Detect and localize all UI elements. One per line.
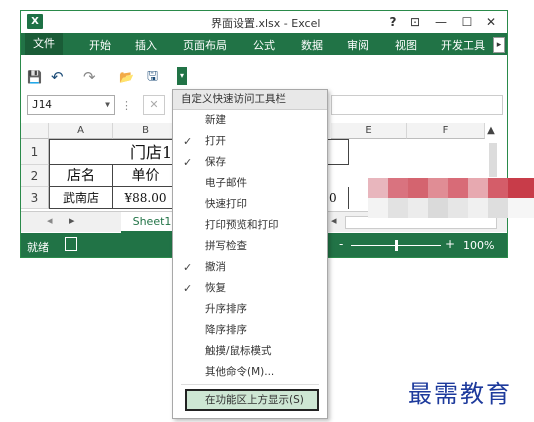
zoom-level[interactable]: 100%: [463, 239, 494, 252]
status-ready: 就绪: [27, 241, 49, 254]
menu-item-label: 升序排序: [205, 303, 247, 315]
vertical-scrollbar-thumb[interactable]: [489, 143, 497, 177]
zoom-slider[interactable]: [351, 240, 441, 251]
window-title: 界面设置.xlsx - Excel: [211, 17, 321, 30]
customize-qat-menu: 自定义快速访问工具栏 新建 ✓ 打开 ✓ 保存 电子邮件 快速打印 打印预览和打印 …: [172, 89, 328, 419]
zoom-out-button[interactable]: -: [339, 237, 343, 251]
tab-review[interactable]: 审阅: [347, 37, 369, 53]
name-box[interactable]: J14 ▼: [27, 95, 115, 115]
menu-item-label: 撤消: [205, 261, 226, 273]
undo-icon[interactable]: ↶: [51, 69, 64, 85]
hscroll-left-icon[interactable]: ◂: [331, 214, 337, 227]
ribbon-scroll-right-icon[interactable]: ▸: [493, 37, 505, 53]
menu-item-label: 保存: [205, 156, 226, 168]
menu-item-label: 其他命令(M)...: [205, 366, 275, 378]
tab-file[interactable]: 文件: [25, 33, 63, 55]
tab-insert[interactable]: 插入: [135, 37, 157, 53]
header-store-cell[interactable]: 店名: [49, 165, 113, 187]
menu-item-label: 打开: [205, 135, 226, 147]
menu-item-sort-descending[interactable]: 降序排序: [173, 320, 327, 341]
macro-record-icon[interactable]: [65, 237, 77, 251]
next-sheet-icon[interactable]: ▸: [69, 214, 75, 227]
quick-print-icon[interactable]: 🖫: [147, 69, 158, 85]
menu-item-redo[interactable]: ✓ 恢复: [173, 278, 327, 299]
menu-item-touch-mode[interactable]: 触摸/鼠标模式: [173, 341, 327, 362]
store-name-cell[interactable]: 武南店: [49, 187, 113, 209]
ribbon-display-options-button[interactable]: ⊡: [407, 14, 423, 30]
menu-header: 自定义快速访问工具栏: [173, 90, 327, 110]
checkmark-icon: ✓: [183, 282, 193, 295]
row-header-3[interactable]: 3: [21, 187, 49, 209]
menu-item-label: 恢复: [205, 282, 226, 294]
column-header-a[interactable]: A: [49, 123, 113, 139]
name-box-value: J14: [32, 98, 52, 111]
pixelated-redaction: [368, 178, 534, 218]
formula-input[interactable]: [331, 95, 503, 115]
ribbon-tab-bar: 文件 开始 插入 页面布局 公式 数据 审阅 视图 开发工具 ▸: [21, 33, 507, 55]
menu-item-save[interactable]: ✓ 保存: [173, 152, 327, 173]
minimize-button[interactable]: —: [433, 14, 449, 30]
menu-item-label: 触摸/鼠标模式: [205, 345, 272, 357]
tab-home[interactable]: 开始: [89, 37, 111, 53]
quick-access-toolbar: 💾 ↶ ↷ 📂 🖫 ▾: [21, 65, 507, 89]
checkmark-icon: ✓: [183, 156, 193, 169]
menu-item-spelling[interactable]: 拼写检查: [173, 236, 327, 257]
menu-item-more-commands[interactable]: 其他命令(M)...: [173, 362, 327, 383]
menu-item-sort-ascending[interactable]: 升序排序: [173, 299, 327, 320]
tab-developer[interactable]: 开发工具: [441, 37, 485, 53]
column-header-e[interactable]: E: [331, 123, 407, 139]
price-cell[interactable]: ¥88.00: [113, 187, 179, 209]
menu-item-label: 打印预览和打印: [205, 219, 279, 231]
tab-data[interactable]: 数据: [301, 37, 323, 53]
column-header-f[interactable]: F: [407, 123, 485, 139]
menu-divider: [181, 384, 319, 385]
help-button[interactable]: ?: [385, 14, 401, 30]
row-header-1[interactable]: 1: [21, 139, 49, 165]
menu-item-show-above-ribbon[interactable]: 在功能区上方显示(S): [185, 389, 319, 411]
formula-bar-separator: ⋮: [121, 99, 132, 112]
menu-item-label: 降序排序: [205, 324, 247, 336]
select-all-corner[interactable]: [21, 123, 49, 139]
column-header-b[interactable]: B: [113, 123, 179, 139]
close-button[interactable]: ✕: [483, 14, 499, 30]
redo-icon[interactable]: ↷: [83, 69, 96, 85]
menu-item-quick-print[interactable]: 快速打印: [173, 194, 327, 215]
tab-page-layout[interactable]: 页面布局: [183, 37, 227, 53]
excel-logo-icon: X: [27, 14, 43, 29]
menu-item-label: 快速打印: [205, 198, 247, 210]
prev-sheet-icon[interactable]: ◂: [47, 214, 53, 227]
menu-item-label: 电子邮件: [205, 177, 247, 189]
tab-formulas[interactable]: 公式: [253, 37, 275, 53]
zoom-in-button[interactable]: +: [445, 237, 455, 251]
customize-qat-dropdown-icon[interactable]: ▾: [177, 67, 187, 85]
menu-item-email[interactable]: 电子邮件: [173, 173, 327, 194]
menu-item-open[interactable]: ✓ 打开: [173, 131, 327, 152]
partial-value-cell[interactable]: 0: [329, 187, 349, 209]
scroll-up-icon[interactable]: ▲: [485, 123, 497, 139]
header-price-cell[interactable]: 单价: [113, 165, 179, 187]
maximize-button[interactable]: ☐: [459, 14, 475, 30]
zoom-slider-thumb[interactable]: [395, 240, 398, 251]
row-header-2[interactable]: 2: [21, 165, 49, 187]
save-icon[interactable]: 💾: [27, 69, 42, 85]
menu-item-label: 拼写检查: [205, 240, 247, 252]
formula-cancel-button[interactable]: ✕: [143, 95, 165, 115]
open-icon[interactable]: 📂: [119, 69, 134, 85]
title-bar: X 界面设置.xlsx - Excel ? ⊡ — ☐ ✕: [21, 11, 507, 33]
menu-item-undo[interactable]: ✓ 撤消: [173, 257, 327, 278]
chevron-down-icon[interactable]: ▼: [105, 96, 110, 114]
checkmark-icon: ✓: [183, 261, 193, 274]
checkmark-icon: ✓: [183, 135, 193, 148]
watermark-text: 最需教育: [408, 380, 512, 408]
menu-item-label: 新建: [205, 114, 226, 126]
tab-view[interactable]: 视图: [395, 37, 417, 53]
menu-item-print-preview[interactable]: 打印预览和打印: [173, 215, 327, 236]
menu-item-new[interactable]: 新建: [173, 110, 327, 131]
